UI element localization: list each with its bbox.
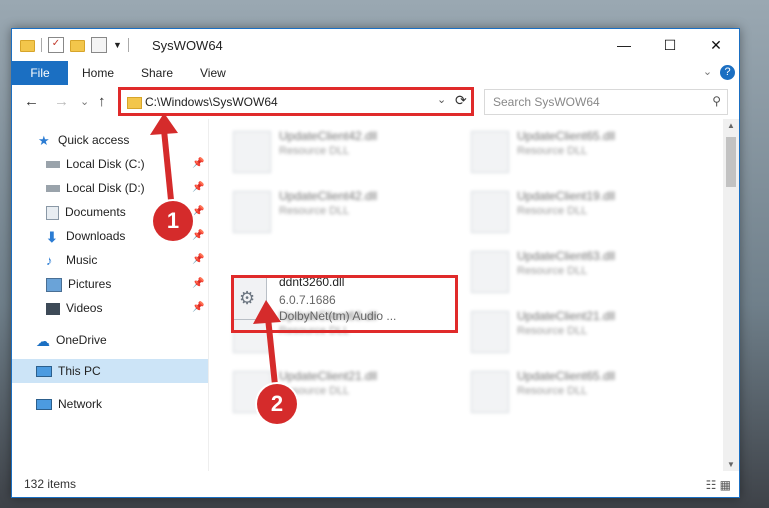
arrow-2: [253, 300, 281, 386]
arrow-1: [150, 113, 178, 211]
callout-badge-1: 1: [153, 201, 193, 241]
callout-badge-2: 2: [257, 384, 297, 424]
annotation-arrows: [150, 113, 281, 386]
